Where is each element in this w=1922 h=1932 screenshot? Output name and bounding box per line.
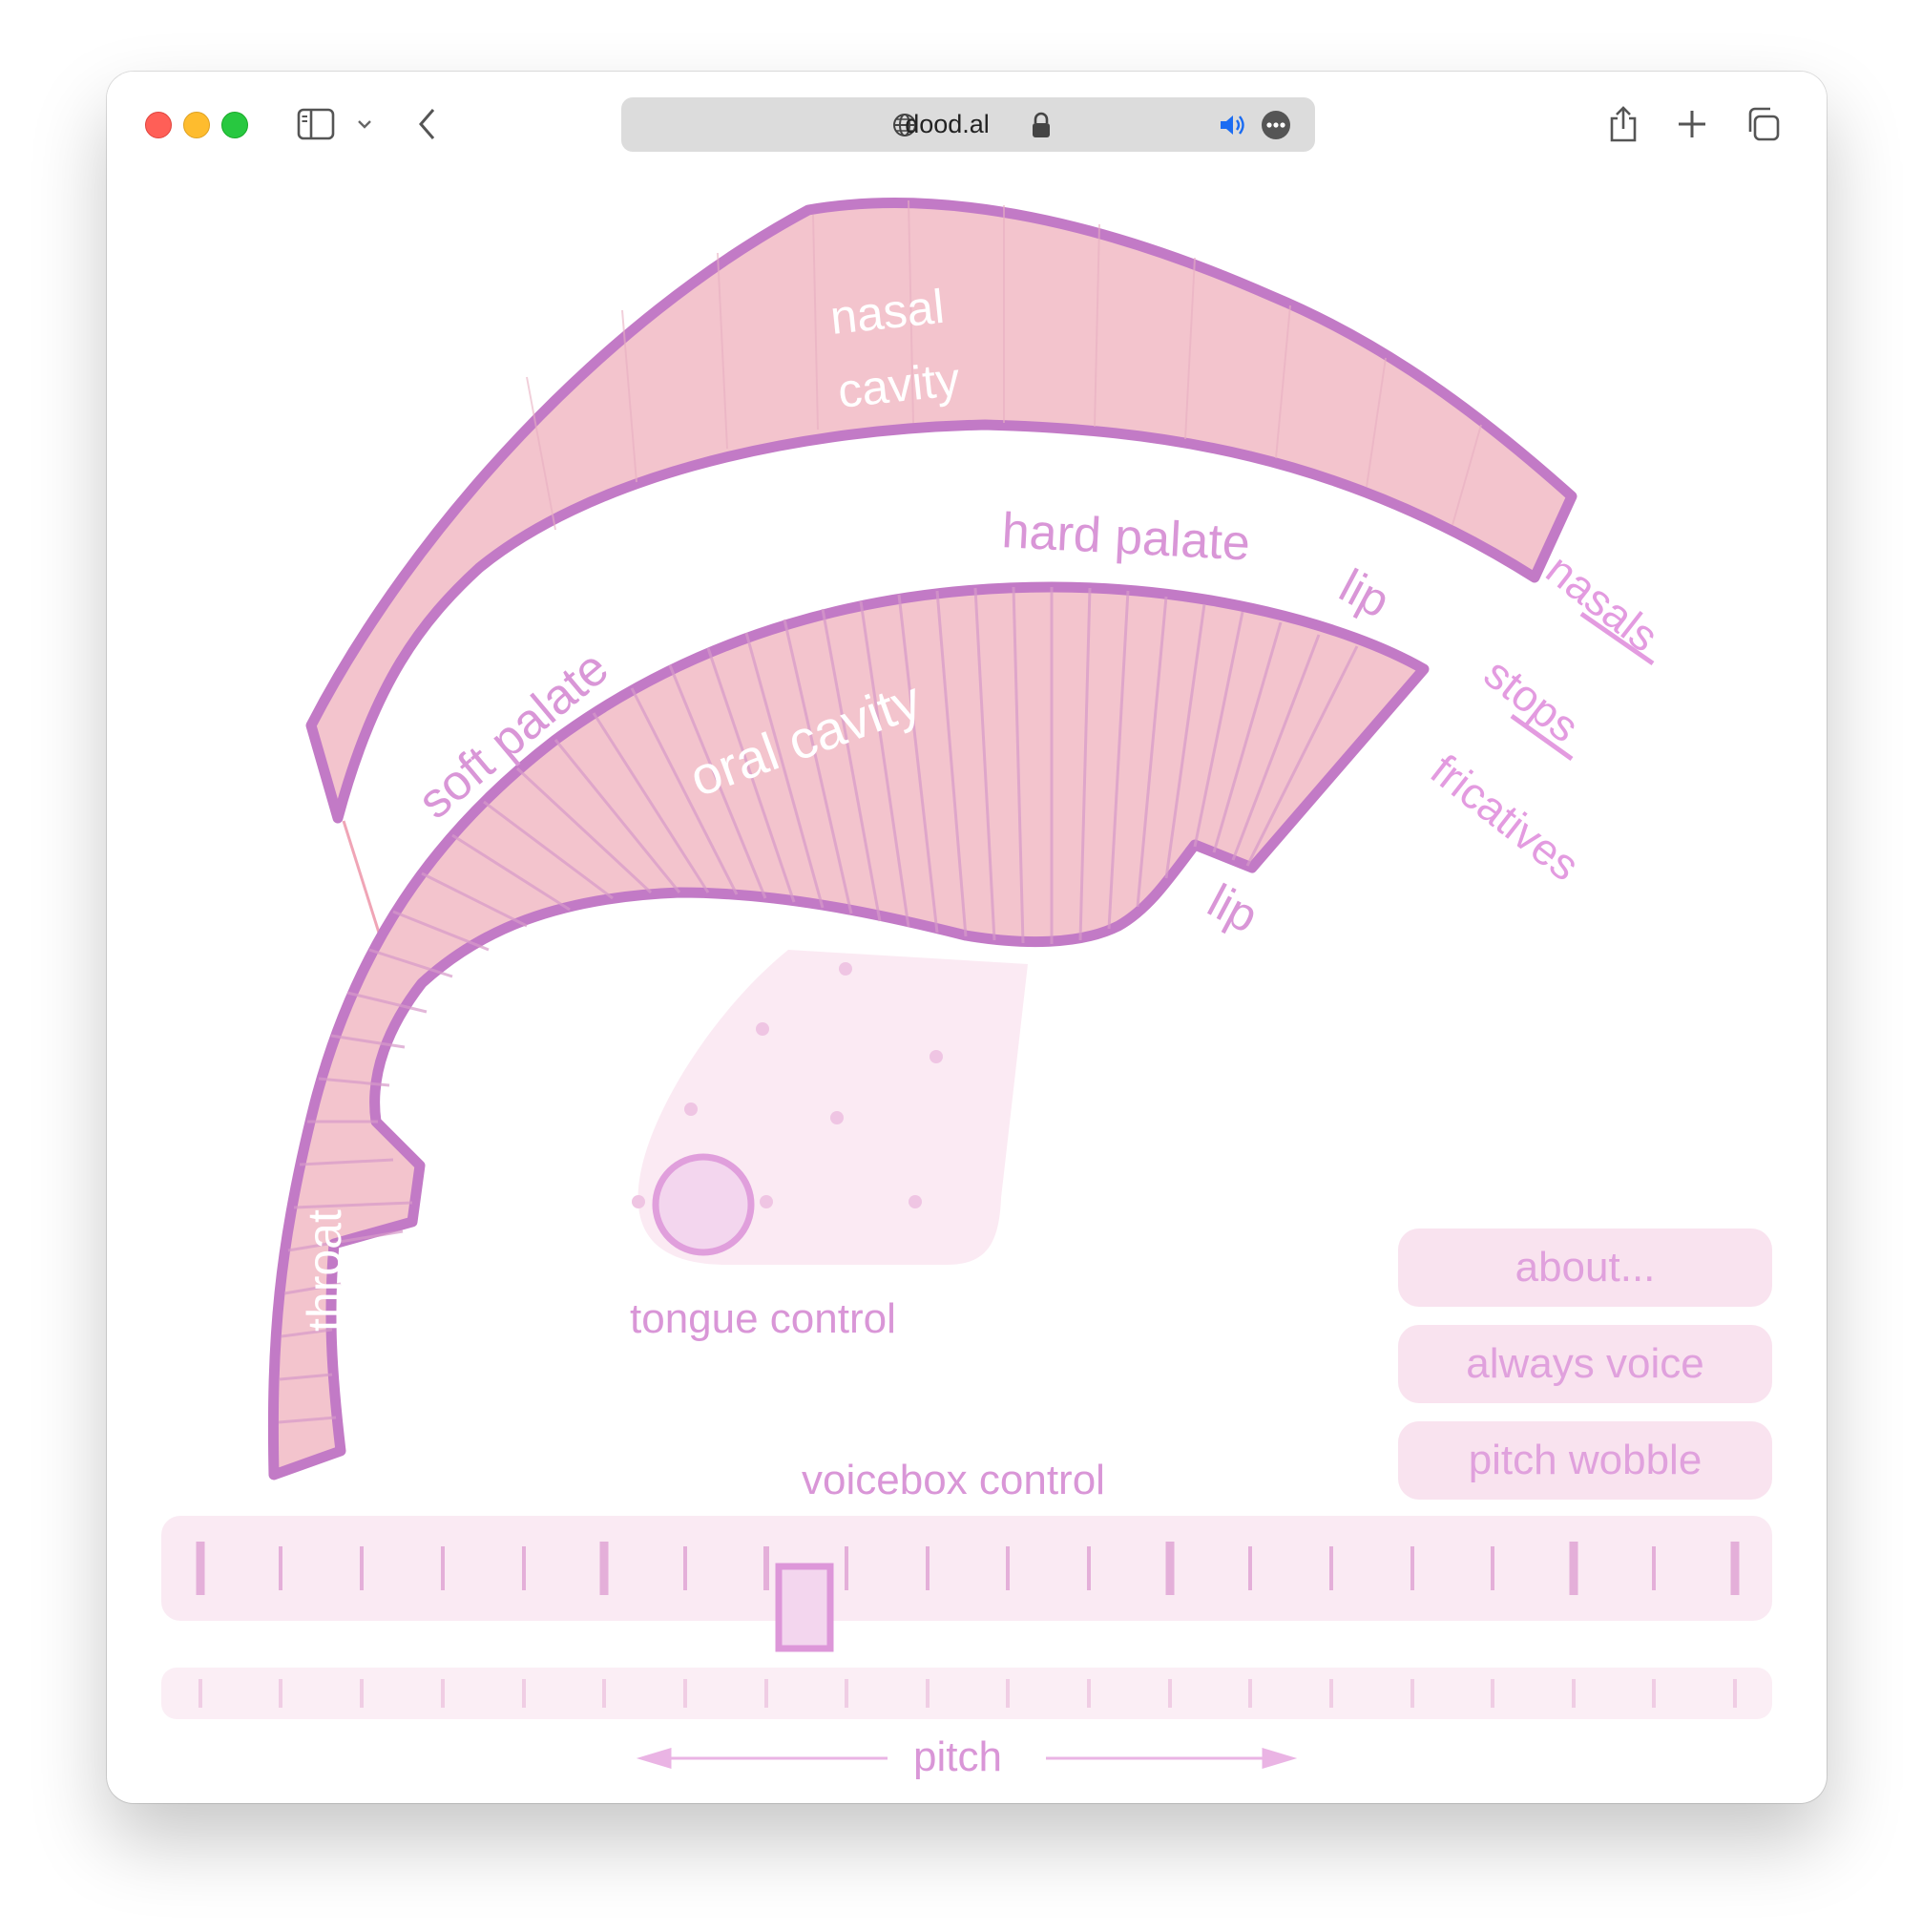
tongue-control-label: tongue control [630, 1295, 896, 1342]
pitch-wobble-button[interactable]: pitch wobble [1398, 1421, 1772, 1500]
voicebox-slider-handle[interactable] [775, 1563, 834, 1652]
lower-lip-label: lip [1200, 873, 1266, 943]
vocal-tract-diagram: nasal cavity hard palate soft palate ora… [161, 198, 1772, 1770]
throat-label: throat [298, 1209, 351, 1332]
browser-window: dood.al nasal cavity hard palate soft pa… [107, 72, 1827, 1803]
nasals-label[interactable]: nasals [1537, 544, 1668, 662]
about-button[interactable]: about... [1398, 1228, 1772, 1307]
always-voice-button[interactable]: always voice [1398, 1325, 1772, 1403]
upper-lip-label: lip [1331, 558, 1398, 628]
pitch-label: pitch [913, 1733, 1002, 1780]
stops-label[interactable]: stops [1475, 648, 1589, 752]
tongue-position-handle[interactable] [652, 1153, 755, 1256]
pitch-strip[interactable] [161, 1668, 1772, 1719]
voicebox-control-label: voicebox control [802, 1457, 1105, 1503]
fricatives-label[interactable]: fricatives [1422, 745, 1589, 891]
hard-palate-label: hard palate [1000, 503, 1251, 572]
voicebox-control-panel[interactable] [161, 1516, 1772, 1621]
